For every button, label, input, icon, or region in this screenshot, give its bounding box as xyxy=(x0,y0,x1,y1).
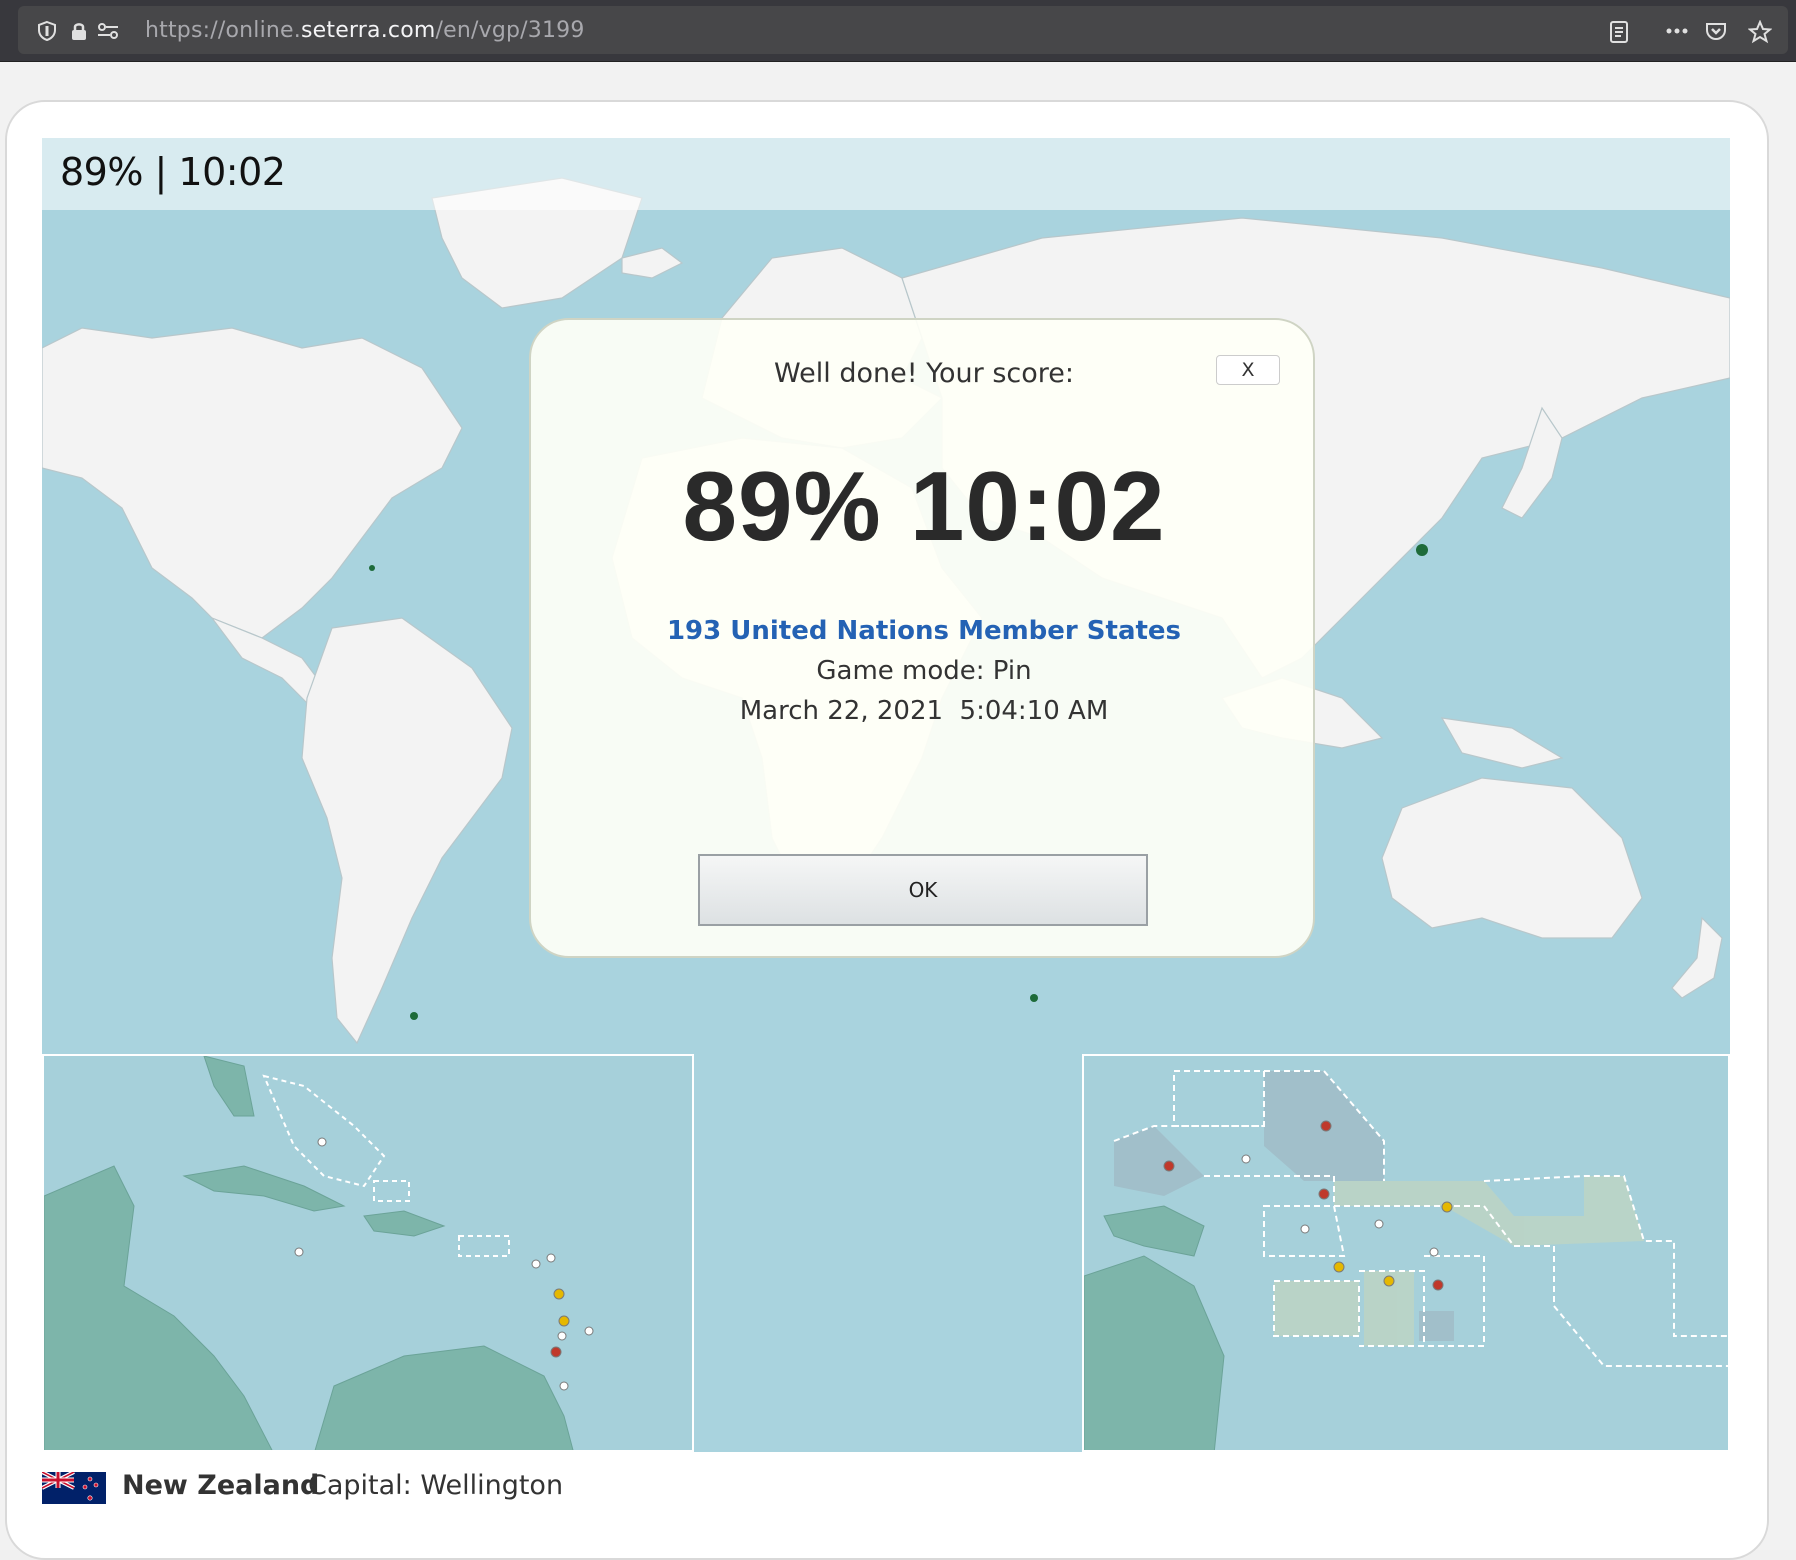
iceland-land xyxy=(621,247,684,279)
shield-icon[interactable] xyxy=(36,20,58,42)
pin-yellow-dominica xyxy=(553,1288,565,1300)
pin-white-marshall xyxy=(1241,1154,1251,1164)
pacific-inset-map[interactable] xyxy=(1082,1054,1730,1452)
pin-white-bahamas xyxy=(317,1137,327,1147)
pacific-inset-svg[interactable] xyxy=(1084,1056,1730,1452)
ok-button[interactable]: OK xyxy=(698,854,1148,926)
capital-name: Capital: Wellington xyxy=(308,1470,564,1501)
pin-yellow-kiribati xyxy=(1441,1201,1453,1213)
new-guinea-land xyxy=(1440,717,1564,769)
new-guinea-inset-land xyxy=(1103,1205,1205,1257)
date-text: March 22, 2021 5:04:10 AM xyxy=(739,696,1109,726)
final-score: 89% 10:02 xyxy=(682,451,1166,561)
pin-red-nauru xyxy=(1318,1188,1330,1200)
pocket-icon[interactable] xyxy=(1704,20,1726,42)
vanuatu-region xyxy=(1274,1281,1359,1336)
url-path: /en/vgp/3199 xyxy=(435,18,585,43)
url-domain: seterra.com xyxy=(300,18,436,43)
south-america-land xyxy=(301,617,513,1045)
pin-white-samoa xyxy=(1429,1247,1439,1257)
pin-red-palau xyxy=(1163,1160,1175,1172)
pin-white-barbados xyxy=(584,1326,594,1336)
pin-yellow-vanuatu xyxy=(1333,1261,1345,1273)
new-zealand-flag-icon xyxy=(42,1472,106,1504)
caribbean-inset-svg[interactable] xyxy=(44,1056,694,1452)
marker-indian-ocean xyxy=(1030,994,1038,1002)
browser-toolbar: https://online.seterra.com/en/vgp/3199 xyxy=(0,0,1796,62)
south-america-inset-land xyxy=(314,1345,574,1450)
marshall-border xyxy=(1173,1070,1265,1127)
north-america-land xyxy=(42,327,463,639)
marker-taiwan xyxy=(1416,544,1428,556)
close-button[interactable]: X xyxy=(1216,355,1280,385)
cuba-land xyxy=(182,1165,346,1212)
florida-land xyxy=(203,1056,255,1117)
new-zealand-land xyxy=(1671,916,1723,999)
pin-red-fsm xyxy=(1320,1120,1332,1132)
permissions-icon[interactable] xyxy=(96,20,118,42)
reader-view-icon[interactable] xyxy=(1608,20,1630,43)
mexico-central-america-land xyxy=(44,1165,273,1450)
pin-white-stvincent xyxy=(557,1331,567,1341)
game-mode-text: Game mode: Pin xyxy=(816,656,1032,686)
kiribati-region xyxy=(1334,1176,1644,1246)
turks-caicos-border xyxy=(373,1180,410,1202)
pin-white-antigua xyxy=(531,1259,541,1269)
australia-inset-land xyxy=(1084,1255,1225,1450)
url-text[interactable]: https://online.seterra.com/en/vgp/3199 xyxy=(145,18,585,43)
australia-land xyxy=(1381,777,1643,939)
quiz-name-link[interactable]: 193 United Nations Member States xyxy=(531,616,1317,646)
bookmark-star-icon[interactable] xyxy=(1747,19,1773,44)
country-name: New Zealand xyxy=(122,1470,320,1501)
more-icon[interactable] xyxy=(1664,20,1688,42)
pin-white-jamaica xyxy=(294,1247,304,1257)
hispaniola-land xyxy=(363,1210,446,1237)
address-bar[interactable]: https://online.seterra.com/en/vgp/3199 xyxy=(18,6,1788,54)
score-dialog: Well done! Your score: X 89% 10:02 193 U… xyxy=(529,318,1315,958)
lock-icon[interactable] xyxy=(68,20,90,42)
pin-white-solomons xyxy=(1300,1224,1310,1234)
pin-white-trinidad xyxy=(559,1381,569,1391)
marker-caribbean xyxy=(369,565,375,571)
bahamas-border xyxy=(262,1074,386,1188)
dialog-title: Well done! Your score: xyxy=(774,358,1074,389)
score-overlay: 89% | 10:02 xyxy=(60,150,286,194)
pin-yellow-stlucia xyxy=(558,1315,570,1327)
pin-red-grenada xyxy=(550,1346,562,1358)
url-prefix: https://online. xyxy=(145,18,301,43)
pin-red-tonga xyxy=(1432,1279,1444,1291)
pin-white-leeward xyxy=(546,1253,556,1263)
pin-yellow-fiji xyxy=(1383,1275,1395,1287)
pin-white-tuvalu xyxy=(1374,1219,1384,1229)
marker-atlantic xyxy=(410,1012,418,1020)
score-strip: 89% | 10:02 xyxy=(42,138,1730,210)
caribbean-inset-map[interactable] xyxy=(42,1054,694,1452)
virgin-islands-border xyxy=(458,1235,510,1257)
